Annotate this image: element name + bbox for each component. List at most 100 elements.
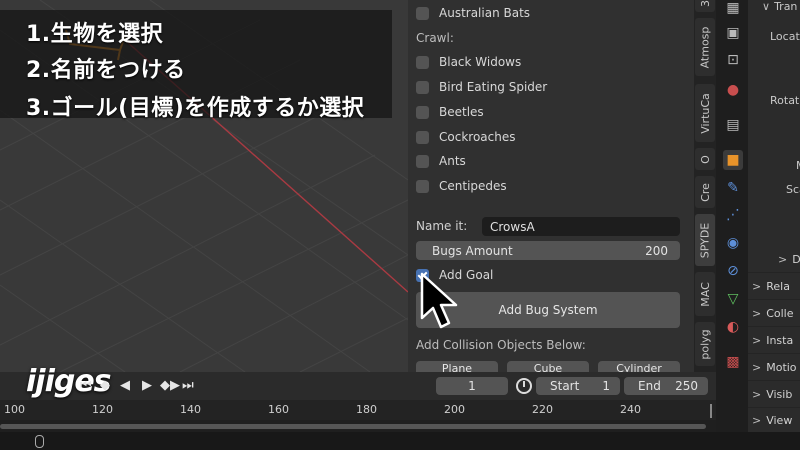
checkbox-label: Bird Eating Spider [439, 80, 548, 94]
collections-row[interactable]: > Colle [752, 307, 794, 320]
scale-label: Sca [786, 183, 800, 196]
current-frame-field[interactable]: 1 [436, 377, 508, 395]
tab-polyg[interactable]: polyg [695, 322, 715, 366]
3d-viewport[interactable]: 1.生物を選択 2.名前をつける 3.ゴール(目標)を作成するか選択 [0, 0, 408, 372]
stopwatch-icon[interactable] [516, 378, 532, 394]
checkbox-label: Beetles [439, 105, 484, 119]
start-label: Start [550, 379, 580, 393]
collision-heading: Add Collision Objects Below: [416, 338, 586, 352]
tick-label: 200 [444, 403, 465, 416]
collection-icon[interactable]: ▤ [723, 115, 743, 135]
bugs-amount-label: Bugs Amount [432, 243, 513, 258]
render-icon[interactable]: ▣ [723, 23, 743, 43]
step-1-text: 1.生物を選択 [26, 22, 164, 47]
checkbox-box[interactable] [416, 105, 429, 119]
jump-end-icon[interactable]: ⏭ [182, 378, 194, 393]
end-frame-field[interactable]: End 250 [624, 377, 708, 395]
mouse-icon [35, 435, 44, 448]
step-3-text: 3.ゴール(目標)を作成するか選択 [26, 96, 365, 121]
tab-virtuca[interactable]: VirtuCa [695, 84, 715, 142]
start-value: 1 [602, 379, 610, 393]
relations-row[interactable]: > Rela [752, 280, 790, 293]
play-icon[interactable]: ▶ [142, 378, 152, 393]
jump-start-icon[interactable]: ⏮ [80, 378, 92, 393]
checkbox-label: Australian Bats [439, 6, 531, 20]
tab-mac[interactable]: MAC [695, 272, 715, 316]
bug-system-panel: Australian Bats Crawl: Black Widows Bird… [408, 0, 694, 372]
checkbox-label: Centipedes [439, 179, 507, 193]
cube-button[interactable]: Cube [507, 361, 589, 372]
checkbox-cockroaches[interactable]: Cockroaches [416, 127, 515, 147]
checkbox-australian-bats[interactable]: Australian Bats [416, 3, 530, 23]
start-frame-field[interactable]: Start 1 [536, 377, 620, 395]
crawl-heading: Crawl: [416, 31, 454, 45]
checkbox-bird-eating-spider[interactable]: Bird Eating Spider [416, 77, 547, 97]
instruction-overlay: 1.生物を選択 2.名前をつける 3.ゴール(目標)を作成するか選択 [0, 10, 392, 121]
checkbox-box[interactable] [416, 130, 429, 144]
delta-transform-row[interactable]: > D [778, 253, 800, 266]
tick-label: 240 [620, 403, 641, 416]
plane-button[interactable]: Plane [416, 361, 498, 372]
bugs-amount-value: 200 [645, 243, 668, 258]
material-icon[interactable]: ◐ [723, 317, 743, 337]
object-properties-panel: ∨Tran Locati Rotati M Sca >D >Rela >Coll… [748, 0, 800, 432]
tab-o[interactable]: O [695, 148, 715, 170]
physics-icon[interactable]: ◉ [723, 233, 743, 253]
checkbox-label: Black Widows [439, 55, 522, 69]
tab-3[interactable]: 3 [695, 0, 715, 12]
name-it-label: Name it: [416, 219, 468, 233]
checkbox-box[interactable] [416, 6, 429, 20]
checkbox-box[interactable] [416, 55, 429, 69]
timeline-scroll-handle[interactable] [710, 404, 712, 418]
object-icon[interactable]: ■ [723, 150, 743, 170]
checkbox-box[interactable] [416, 179, 429, 193]
timeline-ruler[interactable]: 100 120 140 160 180 200 220 240 [0, 400, 716, 420]
checkbox-beetles[interactable]: Beetles [416, 102, 484, 122]
end-label: End [638, 379, 661, 393]
tick-label: 180 [356, 403, 377, 416]
play-reverse-icon[interactable]: ◀ [120, 378, 130, 393]
current-frame-value: 1 [468, 379, 476, 393]
name-input[interactable]: CrowsA [482, 217, 680, 236]
output-icon[interactable]: ⊡ [723, 50, 743, 70]
transform-header[interactable]: ∨ Tran [762, 0, 797, 13]
viewport-display-row[interactable]: > View [752, 414, 792, 427]
tick-label: 120 [92, 403, 113, 416]
checkbox-box[interactable] [416, 154, 429, 168]
texture-icon[interactable]: ▩ [723, 352, 743, 372]
tick-label: 160 [268, 403, 289, 416]
cylinder-button[interactable]: Cylinder [598, 361, 680, 372]
name-input-value: CrowsA [490, 219, 535, 234]
tab-atmosp[interactable]: Atmosp [695, 18, 715, 76]
motion-paths-row[interactable]: > Motio [752, 361, 797, 374]
checkbox-black-widows[interactable]: Black Widows [416, 52, 521, 72]
bugs-amount-field[interactable]: Bugs Amount 200 [416, 241, 680, 260]
mode-label: M [796, 159, 800, 172]
tab-spyde[interactable]: SPYDE [695, 214, 715, 266]
status-bar [0, 432, 800, 450]
mouse-cursor-icon [420, 272, 458, 329]
checkbox-ants[interactable]: Ants [416, 151, 466, 171]
checkbox-label: Ants [439, 154, 466, 168]
data-icon[interactable]: ▽ [723, 289, 743, 309]
particles-icon[interactable]: ⋰ [723, 205, 743, 225]
modifier-icon[interactable]: ✎ [723, 178, 743, 198]
visibility-row[interactable]: > Visib [752, 388, 792, 401]
tool-icon[interactable]: ▦ [723, 0, 743, 18]
tick-label: 100 [4, 403, 25, 416]
constraints-icon[interactable]: ⊘ [723, 261, 743, 281]
location-label: Locati [770, 30, 800, 43]
tab-cre[interactable]: Cre [695, 176, 715, 208]
keyframe-next-icon[interactable]: ◆▶ [160, 378, 180, 393]
checkbox-centipedes[interactable]: Centipedes [416, 176, 507, 196]
watermark-logo: ijiges [26, 364, 112, 399]
checkbox-label: Cockroaches [439, 130, 516, 144]
sidebar-tabs: 3 Atmosp VirtuCa O Cre SPYDE MAC polyg [694, 0, 716, 372]
rotation-label: Rotati [770, 94, 800, 107]
step-2-text: 2.名前をつける [26, 58, 186, 83]
world-icon[interactable]: ● [723, 80, 743, 100]
keyframe-prev-icon[interactable]: ◆ [100, 378, 110, 393]
checkbox-box[interactable] [416, 80, 429, 94]
instancing-row[interactable]: > Insta [752, 334, 793, 347]
timeline-scrollbar[interactable] [0, 424, 706, 429]
